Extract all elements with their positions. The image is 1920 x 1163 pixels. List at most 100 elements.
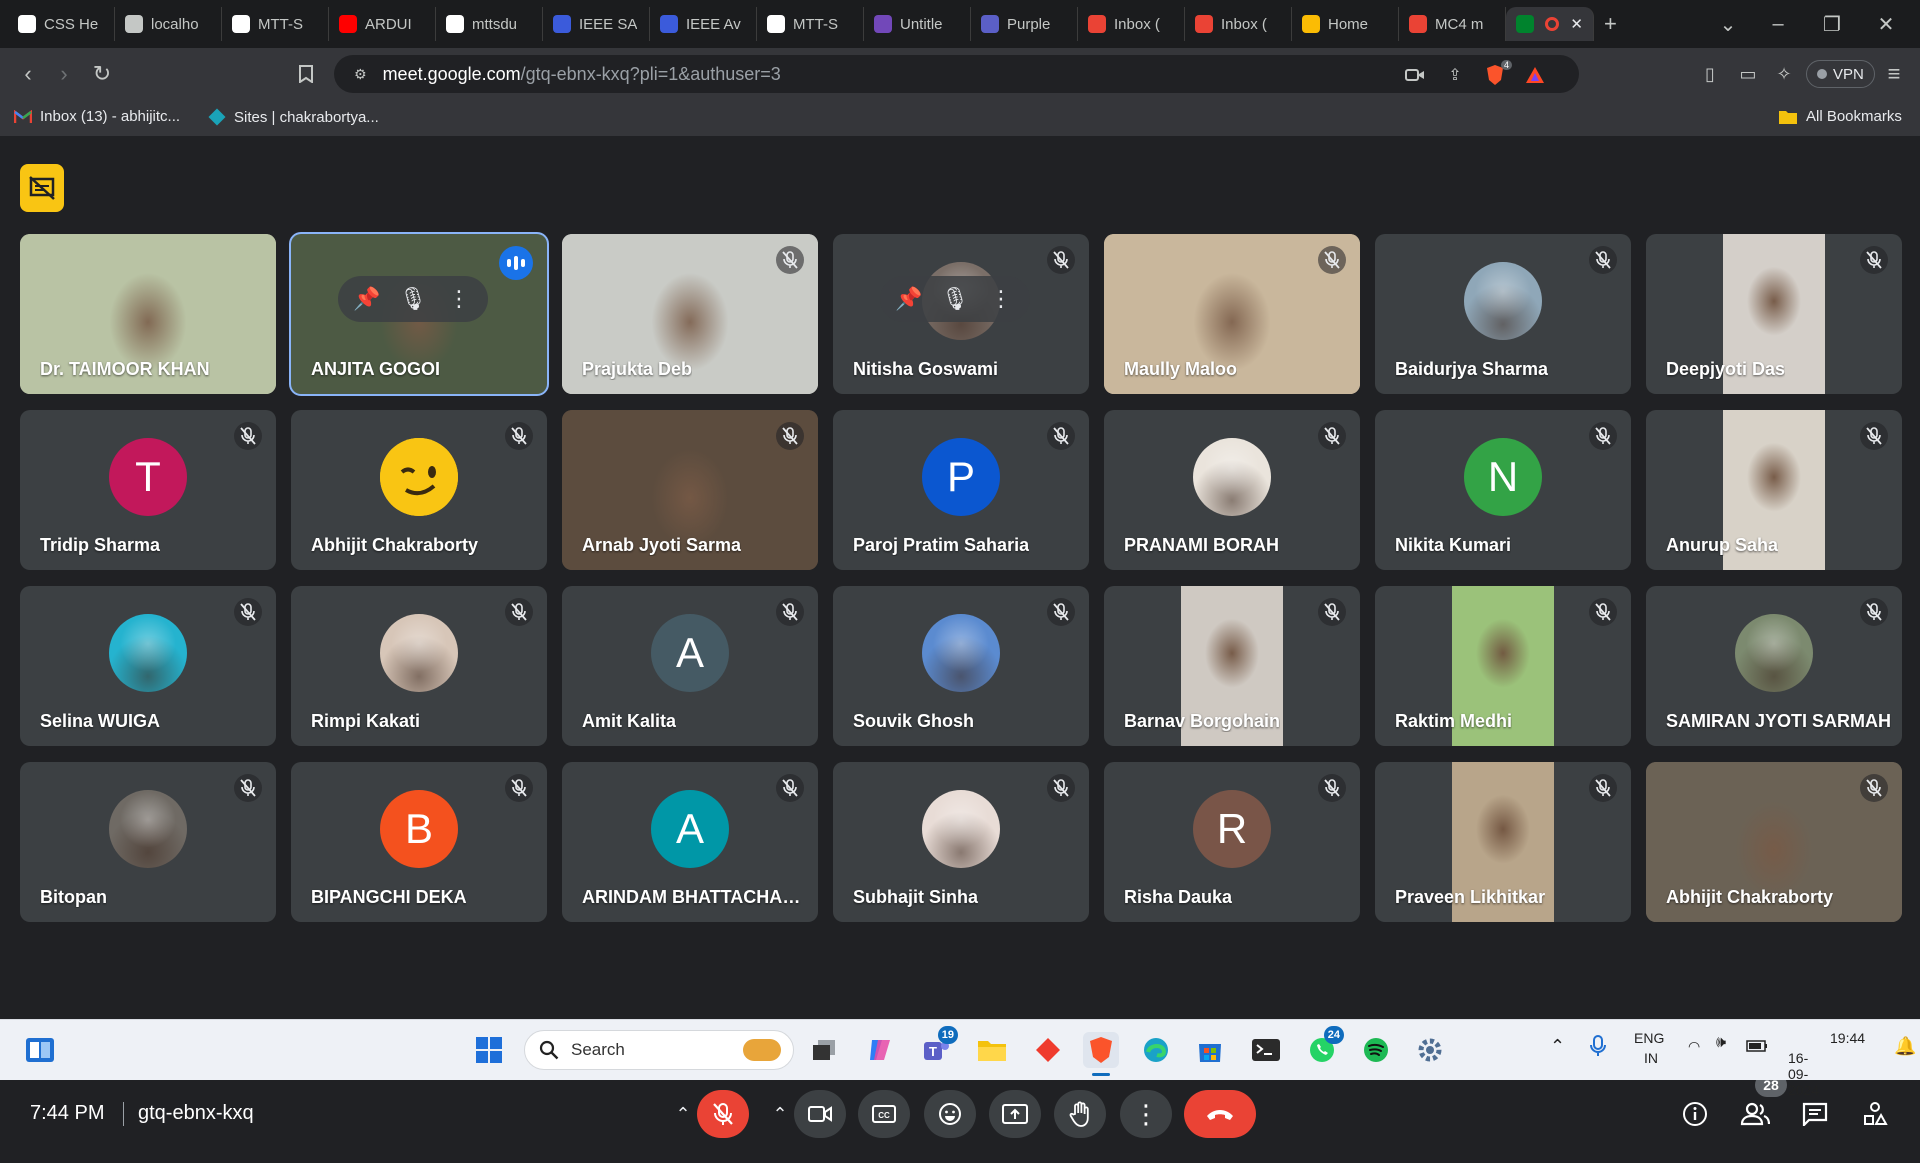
back-icon[interactable]: ‹: [14, 60, 42, 88]
participant-tile[interactable]: Baidurjya Sharma: [1375, 234, 1631, 394]
more-vert-icon[interactable]: ⋮: [984, 282, 1018, 316]
participant-tile[interactable]: Raktim Medhi: [1375, 586, 1631, 746]
microphone-icon[interactable]: [1590, 1034, 1606, 1061]
more-options-button[interactable]: ⋮: [1120, 1090, 1172, 1138]
participant-tile[interactable]: Dr. TAIMOOR KHAN: [20, 234, 276, 394]
more-vert-icon[interactable]: ⋮: [442, 282, 476, 316]
brave-rewards-icon[interactable]: [1524, 64, 1546, 86]
start-icon[interactable]: [471, 1032, 507, 1068]
participant-tile[interactable]: 📌 🎙 ⋮ ANJITA GOGOI: [289, 232, 549, 396]
task-view-icon[interactable]: [806, 1032, 842, 1068]
tab-7[interactable]: MTT-S: [757, 7, 864, 41]
vpn-button[interactable]: VPN: [1806, 60, 1875, 88]
video-options-button[interactable]: ⌃: [762, 1090, 798, 1138]
chat-button[interactable]: [1795, 1094, 1835, 1134]
edge-icon[interactable]: [1138, 1032, 1174, 1068]
participant-tile[interactable]: A ARINDAM BHATTACHAR...: [562, 762, 818, 922]
minimize-icon[interactable]: –: [1762, 8, 1794, 40]
settings-icon[interactable]: [1412, 1032, 1448, 1068]
language-top[interactable]: ENG: [1634, 1030, 1664, 1046]
close-window-icon[interactable]: ✕: [1870, 8, 1902, 40]
clock-date[interactable]: 16-09-2024: [1788, 1050, 1819, 1098]
participant-tile[interactable]: Rimpi Kakati: [291, 586, 547, 746]
raise-hand-button[interactable]: [1054, 1090, 1106, 1138]
participant-tile[interactable]: Abhijit Chakraborty: [291, 410, 547, 570]
camera-toggle-button[interactable]: [794, 1090, 846, 1138]
pin-icon[interactable]: 📌: [350, 282, 384, 316]
file-explorer-icon[interactable]: [974, 1032, 1010, 1068]
language-bottom[interactable]: IN: [1644, 1050, 1658, 1066]
mute-participant-icon[interactable]: 🎙: [396, 282, 430, 316]
participant-tile[interactable]: Souvik Ghosh: [833, 586, 1089, 746]
forward-icon[interactable]: ›: [50, 60, 78, 88]
meeting-details-button[interactable]: [1675, 1094, 1715, 1134]
participant-tile[interactable]: N Nikita Kumari: [1375, 410, 1631, 570]
camera-icon[interactable]: [1404, 64, 1426, 86]
spotify-icon[interactable]: [1358, 1032, 1394, 1068]
close-tab-icon[interactable]: ✕: [1570, 15, 1583, 33]
tab-3[interactable]: ARDUI: [329, 7, 436, 41]
participant-tile[interactable]: Praveen Likhitkar: [1375, 762, 1631, 922]
brave-taskbar-icon[interactable]: [1083, 1032, 1119, 1076]
tab-8[interactable]: Untitle: [864, 7, 971, 41]
reactions-button[interactable]: [924, 1090, 976, 1138]
tab-0[interactable]: CSS He: [8, 7, 115, 41]
app-red-diamond-icon[interactable]: [1030, 1032, 1066, 1068]
participant-tile[interactable]: Anurup Saha: [1646, 410, 1902, 570]
present-button[interactable]: [989, 1090, 1041, 1138]
taskbar-search[interactable]: Search: [524, 1030, 794, 1070]
participant-tile[interactable]: T Tridip Sharma: [20, 410, 276, 570]
participant-tile[interactable]: Subhajit Sinha: [833, 762, 1089, 922]
participant-tile[interactable]: PRANAMI BORAH: [1104, 410, 1360, 570]
people-button[interactable]: [1735, 1094, 1775, 1134]
tab-13[interactable]: MC4 m: [1399, 7, 1506, 41]
tab-9[interactable]: Purple: [971, 7, 1078, 41]
leave-call-button[interactable]: [1184, 1090, 1256, 1138]
participant-tile[interactable]: Barnav Borgohain: [1104, 586, 1360, 746]
tab-search-icon[interactable]: ⌄: [1712, 8, 1744, 40]
store-icon[interactable]: [1192, 1032, 1228, 1068]
participant-tile[interactable]: SAMIRAN JYOTI SARMAH: [1646, 586, 1902, 746]
menu-icon[interactable]: ≡: [1880, 60, 1908, 88]
site-info-icon[interactable]: ⚙: [354, 66, 367, 83]
terminal-icon[interactable]: [1248, 1032, 1284, 1068]
teams-icon[interactable]: T 19: [918, 1026, 958, 1068]
mic-toggle-button[interactable]: [697, 1090, 749, 1138]
participant-tile[interactable]: P Paroj Pratim Saharia: [833, 410, 1089, 570]
widgets-icon[interactable]: [22, 1032, 58, 1068]
tab-11[interactable]: Inbox (: [1185, 7, 1292, 41]
address-bar[interactable]: ⚙ meet.google.com/gtq-ebnx-kxq?pli=1&aut…: [334, 55, 1579, 93]
tab-1[interactable]: localho: [115, 7, 222, 41]
reload-icon[interactable]: ↻: [88, 60, 116, 88]
brave-shield-icon[interactable]: 4: [1484, 60, 1512, 86]
tab-2[interactable]: MTT-S: [222, 7, 329, 41]
copilot-icon[interactable]: [862, 1032, 898, 1068]
volume-icon[interactable]: 🕪: [1716, 1034, 1726, 1052]
wallet-icon[interactable]: ▭: [1734, 60, 1762, 88]
tab-active-meet[interactable]: ✕: [1506, 7, 1594, 41]
tab-4[interactable]: mttsdu: [436, 7, 543, 41]
bookmark-inbox[interactable]: Inbox (13) - abhijitc...: [14, 108, 180, 125]
captions-button[interactable]: CC: [858, 1090, 910, 1138]
chevron-up-icon[interactable]: ⌃: [1550, 1036, 1565, 1057]
participant-tile[interactable]: R Risha Dauka: [1104, 762, 1360, 922]
participant-tile[interactable]: Prajukta Deb: [562, 234, 818, 394]
participant-tile[interactable]: Bitopan: [20, 762, 276, 922]
participant-tile[interactable]: A Amit Kalita: [562, 586, 818, 746]
share-icon[interactable]: ⇪: [1444, 64, 1466, 86]
activities-button[interactable]: [1855, 1094, 1895, 1134]
participant-tile[interactable]: Maully Maloo: [1104, 234, 1360, 394]
participant-tile[interactable]: Abhijit Chakraborty: [1646, 762, 1902, 922]
whatsapp-icon[interactable]: 24: [1304, 1026, 1344, 1068]
tab-6[interactable]: IEEE Av: [650, 7, 757, 41]
mute-participant-icon[interactable]: 🎙: [938, 282, 972, 316]
tab-12[interactable]: Home: [1292, 7, 1399, 41]
restore-icon[interactable]: ❐: [1816, 8, 1848, 40]
audio-options-button[interactable]: ⌃: [665, 1090, 701, 1138]
notification-bell-icon[interactable]: 🔔: [1894, 1036, 1916, 1057]
sidebar-icon[interactable]: ▯: [1696, 60, 1724, 88]
bookmark-icon[interactable]: [292, 60, 320, 88]
participant-tile[interactable]: Deepjyoti Das: [1646, 234, 1902, 394]
participant-tile[interactable]: Arnab Jyoti Sarma: [562, 410, 818, 570]
camera-off-badge[interactable]: [20, 164, 64, 212]
